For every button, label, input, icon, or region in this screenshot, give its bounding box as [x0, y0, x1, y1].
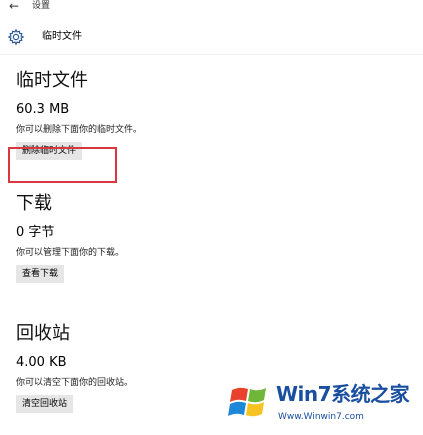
watermark-url: Www.Winwin7.com — [278, 412, 364, 422]
downloads-section: 下载 0 字节 你可以管理下面你的下载。 查看下载 — [16, 193, 124, 283]
page-header: 临时文件 — [0, 20, 423, 55]
page-title: 临时文件 — [42, 31, 82, 42]
section-description: 你可以删除下面你的临时文件。 — [16, 125, 143, 135]
title-bar: ← 设置 — [0, 0, 423, 14]
section-title: 临时文件 — [16, 70, 88, 91]
highlight-box — [8, 147, 117, 183]
section-description: 你可以管理下面你的下载。 — [16, 248, 125, 258]
watermark-logo: Win7系统之家 Www.Winwin7.com — [228, 376, 418, 432]
windows-flag-icon — [228, 387, 266, 417]
empty-recycle-bin-button[interactable]: 清空回收站 — [16, 395, 74, 413]
back-button[interactable]: ← — [9, 0, 25, 12]
size-value: 4.00 KB — [16, 355, 67, 370]
section-title: 下载 — [16, 193, 52, 214]
section-description: 你可以清空下面你的回收站。 — [16, 378, 134, 388]
view-downloads-button[interactable]: 查看下载 — [16, 265, 65, 283]
watermark-title: Win7系统之家 — [276, 382, 410, 406]
section-title: 回收站 — [16, 323, 70, 344]
gear-icon — [7, 28, 25, 46]
size-value: 0 字节 — [16, 225, 55, 240]
app-title: 设置 — [32, 1, 51, 11]
size-value: 60.3 MB — [16, 102, 70, 117]
recycle-bin-section: 回收站 4.00 KB 你可以清空下面你的回收站。 清空回收站 — [16, 323, 133, 413]
